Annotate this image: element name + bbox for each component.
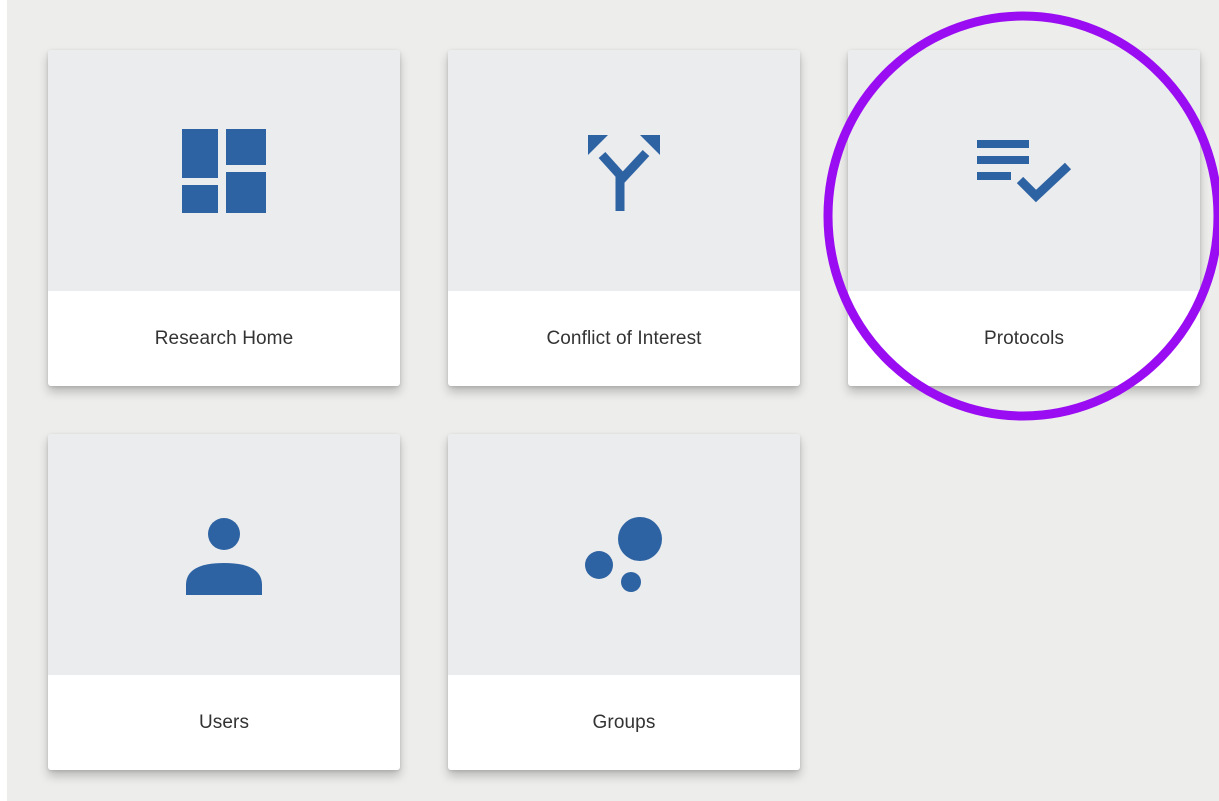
bubbles-icon (585, 516, 662, 592)
playlist-check-icon (977, 139, 1072, 202)
merge-arrows-icon (588, 134, 660, 211)
tile-icon-area (48, 434, 400, 675)
tile-label: Groups (592, 711, 656, 733)
tile-icon-area (448, 50, 800, 291)
person-icon (186, 517, 262, 595)
tile-icon-area (848, 50, 1200, 291)
tile-groups[interactable]: Groups (448, 434, 800, 770)
tile-label: Protocols (983, 327, 1065, 349)
tile-label: Users (198, 711, 250, 733)
tile-icon-area (448, 434, 800, 675)
tile-icon-area (48, 50, 400, 291)
dashboard-icon (182, 128, 266, 213)
tile-conflict-of-interest[interactable]: Conflict of Interest (448, 50, 800, 386)
left-edge-strip (0, 0, 7, 801)
tile-label: Conflict of Interest (546, 327, 702, 349)
tile-label: Research Home (154, 327, 294, 349)
tile-protocols[interactable]: Protocols (848, 50, 1200, 386)
tile-research-home[interactable]: Research Home (48, 50, 400, 386)
tile-users[interactable]: Users (48, 434, 400, 770)
